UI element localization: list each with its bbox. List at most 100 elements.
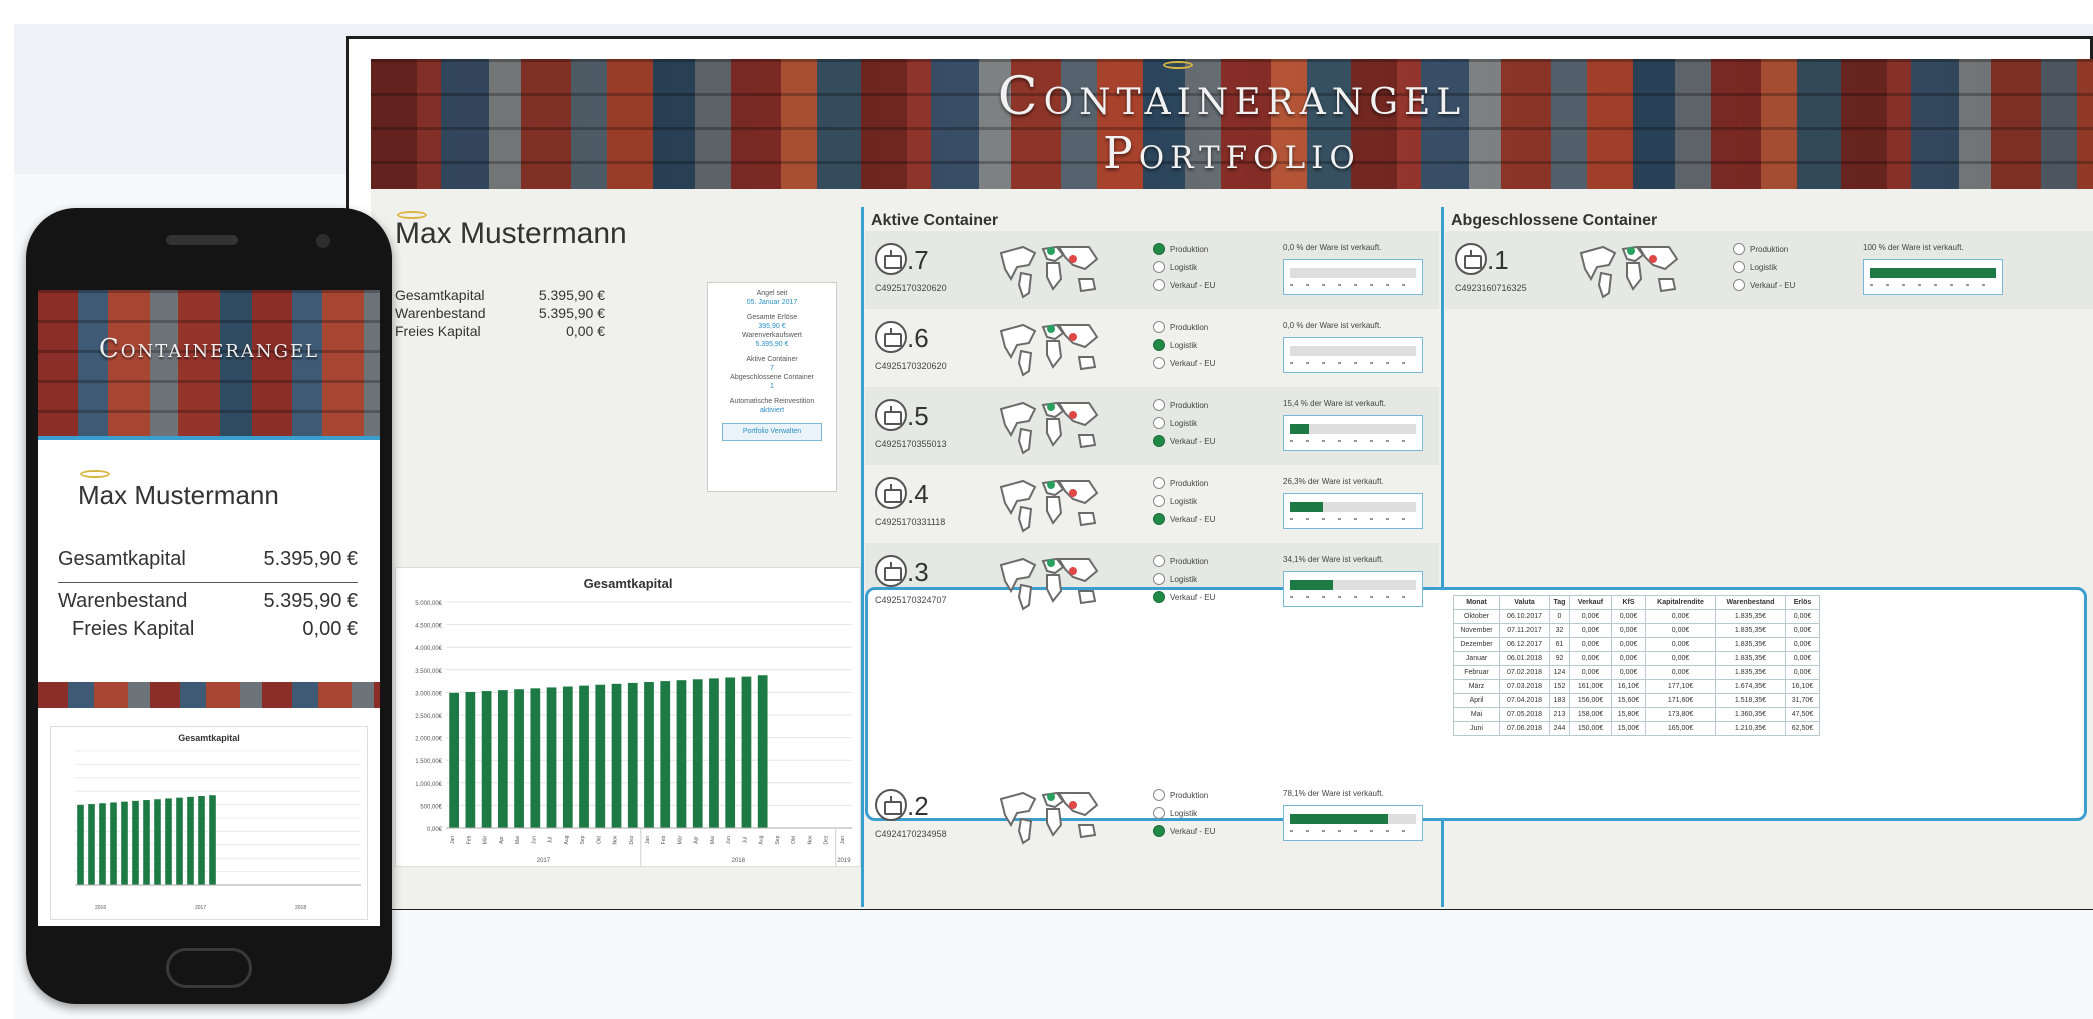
stage-radio[interactable]: Verkauf - EU bbox=[1153, 513, 1215, 525]
finance-value: 5.395,90 € bbox=[263, 548, 358, 570]
radio-dot[interactable] bbox=[1153, 807, 1165, 819]
table-cell: 32 bbox=[1549, 623, 1570, 638]
container-id: C4925170320620 bbox=[875, 283, 947, 293]
stage-radio[interactable]: Verkauf - EU bbox=[1153, 279, 1215, 291]
reinvest-value[interactable]: aktiviert bbox=[708, 406, 836, 415]
table-row: November 07.11.2017 32 0,00€ 0,00€ 0,00€ 1.835… bbox=[1453, 623, 1820, 638]
phone-finance-row-total: Gesamtkapital 5.395,90 € bbox=[58, 548, 358, 571]
radio-label: Produktion bbox=[1170, 400, 1209, 410]
marker-red-icon bbox=[1069, 255, 1077, 263]
stage-radio[interactable]: Produktion bbox=[1153, 321, 1208, 333]
x-tick-label: Okt bbox=[596, 836, 602, 844]
table-cell: Mai bbox=[1453, 707, 1500, 722]
stage-radio[interactable]: Logistik bbox=[1153, 495, 1197, 507]
world-map-icon bbox=[999, 401, 1099, 455]
continent-shape bbox=[1057, 558, 1099, 583]
radio-dot[interactable] bbox=[1153, 513, 1165, 525]
radio-dot[interactable] bbox=[1153, 555, 1165, 567]
container-row[interactable]: .1 C4923160716325 Produktion Logistik Verkau… bbox=[1455, 235, 2015, 305]
container-row[interactable]: .2 C4924170234958 Produktion Logistik Verkau… bbox=[875, 781, 1435, 851]
continent-shape bbox=[1046, 496, 1063, 525]
radio-dot[interactable] bbox=[1153, 825, 1165, 837]
table-header-cell: Erlös bbox=[1785, 595, 1820, 610]
reinvest-label: Automatische Reinvestition bbox=[729, 398, 815, 405]
radio-dot[interactable] bbox=[1733, 243, 1745, 255]
container-id: C4924170234958 bbox=[875, 829, 947, 839]
container-icon bbox=[875, 321, 907, 353]
stage-radio[interactable]: Logistik bbox=[1153, 339, 1197, 351]
sold-percentage-text: 0,0 % der Ware ist verkauft. bbox=[1283, 321, 1382, 330]
radio-label: Verkauf - EU bbox=[1170, 358, 1216, 368]
container-row[interactable]: .7 C4925170320620 Produktion Logistik Verkau… bbox=[875, 235, 1435, 305]
table-cell: März bbox=[1453, 679, 1500, 694]
continent-shape bbox=[1017, 427, 1033, 455]
stage-radio[interactable]: Logistik bbox=[1733, 261, 1777, 273]
radio-dot[interactable] bbox=[1153, 261, 1165, 273]
phone-home-button[interactable] bbox=[166, 948, 252, 988]
radio-dot[interactable] bbox=[1733, 279, 1745, 291]
radio-dot[interactable] bbox=[1733, 261, 1745, 273]
finance-label: Freies Kapital bbox=[395, 323, 481, 339]
marker-green-icon bbox=[1047, 481, 1055, 489]
stage-radio[interactable]: Produktion bbox=[1153, 789, 1208, 801]
radio-dot[interactable] bbox=[1153, 321, 1165, 333]
profile-name: Max Mustermann bbox=[395, 217, 627, 250]
table-cell: 1.835,35€ bbox=[1715, 623, 1786, 638]
world-map-icon bbox=[999, 479, 1099, 533]
x-tick-label: Mär bbox=[677, 835, 683, 844]
chart-bar bbox=[660, 681, 671, 828]
table-cell: 0,00€ bbox=[1569, 651, 1612, 666]
x-tick-label: Jul bbox=[548, 837, 554, 843]
stage-radio[interactable]: Logistik bbox=[1153, 807, 1197, 819]
table-cell: 1.518,35€ bbox=[1715, 693, 1786, 708]
radio-dot[interactable] bbox=[1153, 477, 1165, 489]
world-map-icon bbox=[999, 323, 1099, 377]
radio-dot[interactable] bbox=[1153, 417, 1165, 429]
radio-dot[interactable] bbox=[1153, 339, 1165, 351]
phone-divider bbox=[58, 582, 358, 583]
radio-label: Produktion bbox=[1170, 790, 1209, 800]
radio-dot[interactable] bbox=[1153, 789, 1165, 801]
container-row[interactable]: .4 C4925170331118 Produktion Logistik Verkau… bbox=[875, 469, 1435, 539]
stage-radio[interactable]: Produktion bbox=[1153, 477, 1208, 489]
container-icon bbox=[875, 555, 907, 587]
stage-radio[interactable]: Logistik bbox=[1153, 261, 1197, 273]
stage-radio[interactable]: Produktion bbox=[1733, 243, 1788, 255]
radio-dot[interactable] bbox=[1153, 495, 1165, 507]
radio-dot[interactable] bbox=[1153, 435, 1165, 447]
progress-track bbox=[1290, 424, 1416, 434]
table-cell: 1.835,35€ bbox=[1715, 609, 1786, 624]
manage-portfolio-button[interactable]: Portfolio Verwalten bbox=[722, 423, 822, 441]
radio-dot[interactable] bbox=[1153, 591, 1165, 603]
radio-dot[interactable] bbox=[1153, 243, 1165, 255]
stage-radio[interactable]: Produktion bbox=[1153, 399, 1208, 411]
stage-radio[interactable]: Logistik bbox=[1153, 417, 1197, 429]
radio-label: Produktion bbox=[1170, 478, 1209, 488]
radio-dot[interactable] bbox=[1153, 573, 1165, 585]
radio-label: Produktion bbox=[1750, 244, 1789, 254]
radio-dot[interactable] bbox=[1153, 357, 1165, 369]
x-tick-label: Jul bbox=[742, 837, 748, 843]
portfolio-info-card: Angel seit 05. Januar 2017 Gesamte Erlös… bbox=[707, 282, 837, 492]
radio-label: Logistik bbox=[1170, 262, 1198, 272]
stage-radio[interactable]: Verkauf - EU bbox=[1153, 591, 1215, 603]
stage-radio[interactable]: Verkauf - EU bbox=[1733, 279, 1795, 291]
stage-radio[interactable]: Produktion bbox=[1153, 243, 1208, 255]
table-row: April 07.04.2018 183 156,00€ 15,60€ 171,60€ 1.… bbox=[1453, 693, 1820, 708]
radio-label: Logistik bbox=[1170, 418, 1198, 428]
chart-bar bbox=[757, 675, 768, 828]
chart-bar bbox=[187, 796, 194, 885]
container-row[interactable]: .5 C4925170355013 Produktion Logistik Verkau… bbox=[875, 391, 1435, 461]
container-row[interactable]: .6 C4925170320620 Produktion Logistik Verkau… bbox=[875, 313, 1435, 383]
container-row[interactable]: .3 C4925170324707 Produktion Logistik Verkau… bbox=[875, 547, 1435, 617]
stage-radio[interactable]: Verkauf - EU bbox=[1153, 435, 1215, 447]
stage-radio[interactable]: Verkauf - EU bbox=[1153, 825, 1215, 837]
radio-dot[interactable] bbox=[1153, 399, 1165, 411]
radio-dot[interactable] bbox=[1153, 279, 1165, 291]
stage-radio[interactable]: Logistik bbox=[1153, 573, 1197, 585]
stage-radio[interactable]: Produktion bbox=[1153, 555, 1208, 567]
sales-progress-bar bbox=[1283, 493, 1423, 529]
continent-shape bbox=[1046, 574, 1063, 603]
stage-radio[interactable]: Verkauf - EU bbox=[1153, 357, 1215, 369]
table-row: Mai 07.05.2018 213 158,00€ 15,80€ 173,80€ 1.36… bbox=[1453, 707, 1820, 722]
